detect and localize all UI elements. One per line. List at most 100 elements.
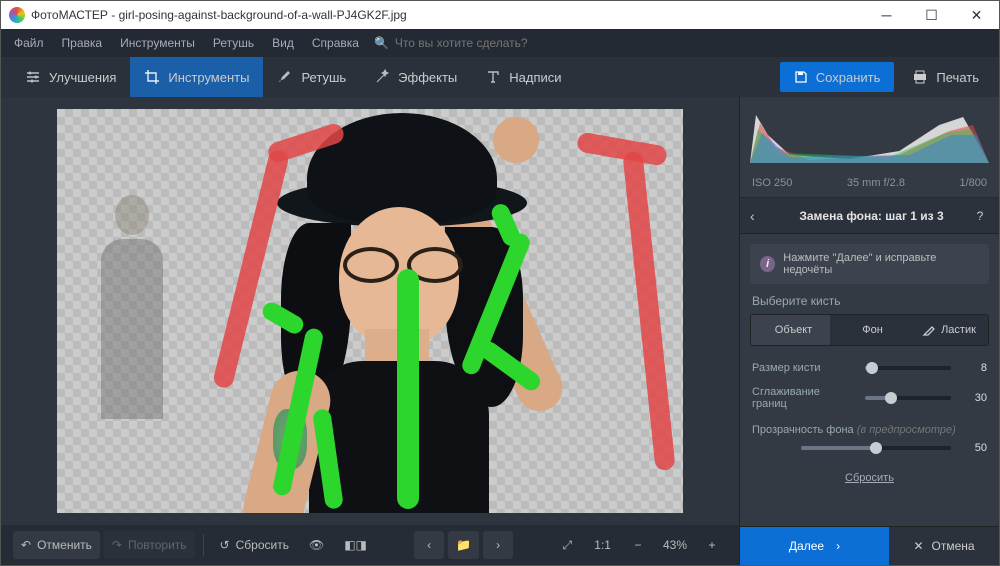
save-icon <box>794 70 808 84</box>
slider-smoothing: Сглаживание границ 30 <box>740 380 999 416</box>
menu-help[interactable]: Справка <box>303 32 368 54</box>
search-icon: 🔍 <box>374 36 389 50</box>
reset-link[interactable]: Сбросить <box>740 460 999 496</box>
hint-box: i Нажмите "Далее" и исправьте недочёты <box>750 244 989 284</box>
save-button[interactable]: Сохранить <box>780 62 895 92</box>
zoom-out-button[interactable]: − <box>623 531 653 559</box>
brush-icon <box>277 69 293 85</box>
exif-iso: ISO 250 <box>752 177 792 189</box>
crop-icon <box>144 69 160 85</box>
bg-stroke <box>622 151 675 471</box>
canvas[interactable] <box>57 109 683 513</box>
hint-text: Нажмите "Далее" и исправьте недочёты <box>783 252 979 276</box>
reset-button[interactable]: ↺Сбросить <box>212 531 297 559</box>
close-icon: ✕ <box>913 539 923 553</box>
eye-icon: 👁 <box>309 538 324 552</box>
tab-tools[interactable]: Инструменты <box>130 57 263 97</box>
menu-file[interactable]: Файл <box>5 32 53 54</box>
preview-toggle[interactable]: 👁 <box>301 531 332 559</box>
chevron-right-icon: › <box>496 538 500 552</box>
next-image-button[interactable]: › <box>483 531 513 559</box>
save-label: Сохранить <box>816 70 881 85</box>
undo-button[interactable]: ↶Отменить <box>13 531 100 559</box>
prev-image-button[interactable]: ‹ <box>414 531 444 559</box>
print-label: Печать <box>936 70 979 85</box>
brush-background[interactable]: Фон <box>830 315 909 345</box>
opacity-slider[interactable] <box>801 446 951 450</box>
step-title: Замена фона: шаг 1 из 3 <box>772 209 971 223</box>
print-button[interactable]: Печать <box>902 62 989 92</box>
compare-icon: ◧◨ <box>344 538 367 552</box>
right-panel: ISO 250 35 mm f/2.8 1/800 ‹ Замена фона:… <box>739 97 999 565</box>
exif-shutter: 1/800 <box>959 177 987 189</box>
plus-icon: + <box>709 538 716 552</box>
redo-button[interactable]: ↷Повторить <box>104 531 195 559</box>
minimize-button[interactable]: ─ <box>864 1 909 29</box>
close-button[interactable]: ✕ <box>954 1 999 29</box>
obj-stroke <box>397 269 419 509</box>
zoom-in-button[interactable]: + <box>697 531 727 559</box>
tab-label: Эффекты <box>398 70 457 85</box>
step-header: ‹ Замена фона: шаг 1 из 3 ? <box>740 198 999 234</box>
tab-text[interactable]: Надписи <box>471 57 575 97</box>
menu-edit[interactable]: Правка <box>53 32 112 54</box>
wand-icon <box>374 69 390 85</box>
menu-view[interactable]: Вид <box>263 32 303 54</box>
minus-icon: − <box>634 538 641 552</box>
window-title: ФотоМАСТЕР - girl-posing-against-backgro… <box>31 8 407 22</box>
search-input[interactable] <box>395 36 575 50</box>
compare-button[interactable]: ◧◨ <box>336 531 375 559</box>
zoom-ratio-button[interactable]: 1:1 <box>586 531 619 559</box>
slider-brush-size: Размер кисти 8 <box>740 356 999 380</box>
menubar: Файл Правка Инструменты Ретушь Вид Справ… <box>1 29 999 57</box>
fit-icon: ⤢ <box>562 538 572 553</box>
app-logo <box>9 7 25 23</box>
fit-button[interactable]: ⤢ <box>552 531 582 559</box>
tab-enhance[interactable]: Улучшения <box>11 57 130 97</box>
smooth-slider[interactable] <box>865 396 951 400</box>
eraser-icon <box>921 324 935 336</box>
bg-stroke <box>576 131 668 166</box>
tab-label: Улучшения <box>49 70 116 85</box>
reset-icon: ↺ <box>220 538 230 552</box>
cancel-button[interactable]: ✕ Отмена <box>889 527 999 565</box>
tab-retouch[interactable]: Ретушь <box>263 57 360 97</box>
tab-label: Инструменты <box>168 70 249 85</box>
action-row: Далее › ✕ Отмена <box>740 526 999 565</box>
tab-effects[interactable]: Эффекты <box>360 57 471 97</box>
background-person <box>91 195 173 425</box>
slider-opacity: 50 <box>740 436 999 460</box>
zoom-value: 43% <box>657 538 693 552</box>
undo-icon: ↶ <box>21 538 31 552</box>
tab-label: Надписи <box>509 70 561 85</box>
menu-search[interactable]: 🔍 <box>374 36 575 50</box>
canvas-wrap <box>1 97 739 525</box>
brush-object[interactable]: Объект <box>751 315 830 345</box>
titlebar: ФотоМАСТЕР - girl-posing-against-backgro… <box>1 1 999 29</box>
exif-lens: 35 mm f/2.8 <box>847 177 905 189</box>
brush-picker: Объект Фон Ластик <box>750 314 989 346</box>
histogram[interactable] <box>740 97 999 175</box>
info-icon: i <box>760 256 775 272</box>
chevron-right-icon: › <box>836 539 840 553</box>
menu-tools[interactable]: Инструменты <box>111 32 204 54</box>
print-icon <box>912 70 928 84</box>
help-button[interactable]: ? <box>971 209 989 223</box>
exif-row: ISO 250 35 mm f/2.8 1/800 <box>740 175 999 198</box>
browse-button[interactable]: 📁 <box>448 531 479 559</box>
tab-label: Ретушь <box>301 70 346 85</box>
opacity-label: Прозрачность фона (в предпросмотре) <box>740 416 999 436</box>
text-icon <box>485 69 501 85</box>
brush-section-label: Выберите кисть <box>740 294 999 314</box>
size-slider[interactable] <box>865 366 951 370</box>
redo-icon: ↷ <box>112 538 122 552</box>
next-button[interactable]: Далее › <box>740 527 889 565</box>
menu-retouch[interactable]: Ретушь <box>204 32 263 54</box>
bottombar: ↶Отменить ↷Повторить ↺Сбросить 👁 ◧◨ ‹ 📁 … <box>1 525 739 565</box>
back-button[interactable]: ‹ <box>750 208 772 224</box>
chevron-left-icon: ‹ <box>427 538 431 552</box>
brush-eraser[interactable]: Ластик <box>909 315 988 345</box>
maximize-button[interactable]: ☐ <box>909 1 954 29</box>
folder-icon: 📁 <box>456 538 471 552</box>
sliders-icon <box>25 69 41 85</box>
